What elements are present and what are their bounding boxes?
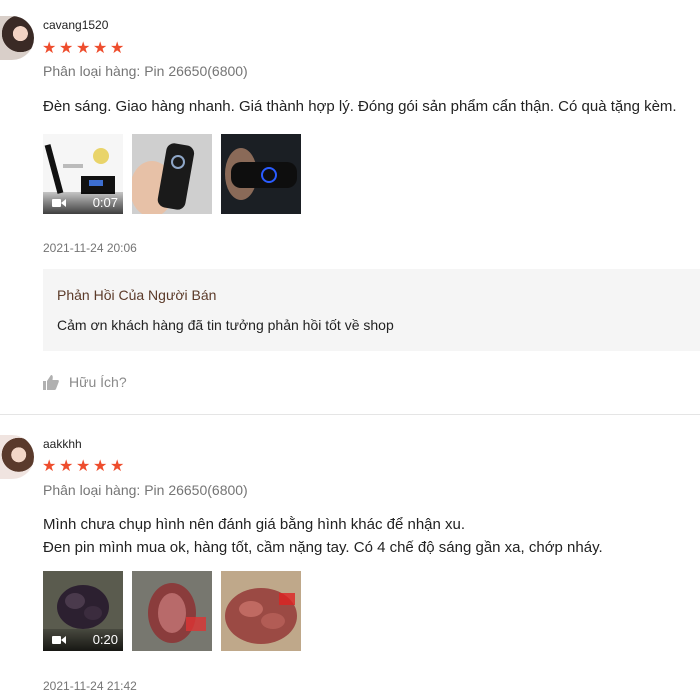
star-icon: ★	[42, 40, 57, 57]
avatar[interactable]	[0, 16, 34, 60]
review-comment: Mình chưa chụp hình nên đánh giá bằng hì…	[43, 516, 603, 556]
star-icon: ★	[76, 40, 91, 57]
star-icon: ★	[93, 40, 108, 57]
review-comment: Đèn sáng. Giao hàng nhanh. Giá thành hợp…	[43, 98, 677, 115]
review-video-thumbnail[interactable]: 0:07	[43, 134, 123, 214]
variant-label: Phân loại hàng: Pin 26650(6800)	[43, 482, 248, 498]
star-icon: ★	[110, 40, 125, 57]
rating-stars: ★ ★ ★ ★ ★	[42, 41, 127, 57]
avatar[interactable]	[0, 435, 34, 479]
star-icon: ★	[76, 458, 91, 475]
media-list: 0:07	[43, 134, 303, 214]
review-video-thumbnail[interactable]: 0:20	[43, 571, 123, 651]
review-image-thumbnail[interactable]	[221, 571, 301, 651]
review-divider	[0, 414, 700, 415]
seller-reply-text: Cảm ơn khách hàng đã tin tưởng phản hồi …	[57, 317, 394, 333]
thumbs-up-icon	[43, 374, 59, 390]
star-icon: ★	[59, 458, 74, 475]
review-date: 2021-11-24 21:42	[43, 679, 137, 693]
media-list: 0:20	[43, 571, 303, 651]
variant-label: Phân loại hàng: Pin 26650(6800)	[43, 63, 248, 79]
star-icon: ★	[93, 458, 108, 475]
review-image-thumbnail[interactable]	[221, 134, 301, 214]
helpful-label: Hữu Ích?	[69, 374, 127, 390]
video-duration: 0:07	[92, 195, 118, 210]
seller-reply: Phản Hồi Của Người Bán Cảm ơn khách hàng…	[43, 269, 700, 351]
username: aakkhh	[43, 437, 82, 451]
video-camera-icon	[52, 636, 66, 644]
seller-reply-title: Phản Hồi Của Người Bán	[57, 287, 217, 303]
rating-stars: ★ ★ ★ ★ ★	[42, 459, 127, 475]
username: cavang1520	[43, 18, 109, 32]
star-icon: ★	[110, 458, 125, 475]
helpful-button[interactable]: Hữu Ích?	[43, 374, 127, 390]
video-duration: 0:20	[92, 632, 118, 647]
star-icon: ★	[59, 40, 74, 57]
review-image-thumbnail[interactable]	[132, 571, 212, 651]
star-icon: ★	[42, 458, 57, 475]
review-image-thumbnail[interactable]	[132, 134, 212, 214]
video-camera-icon	[52, 199, 66, 207]
review-date: 2021-11-24 20:06	[43, 241, 137, 255]
